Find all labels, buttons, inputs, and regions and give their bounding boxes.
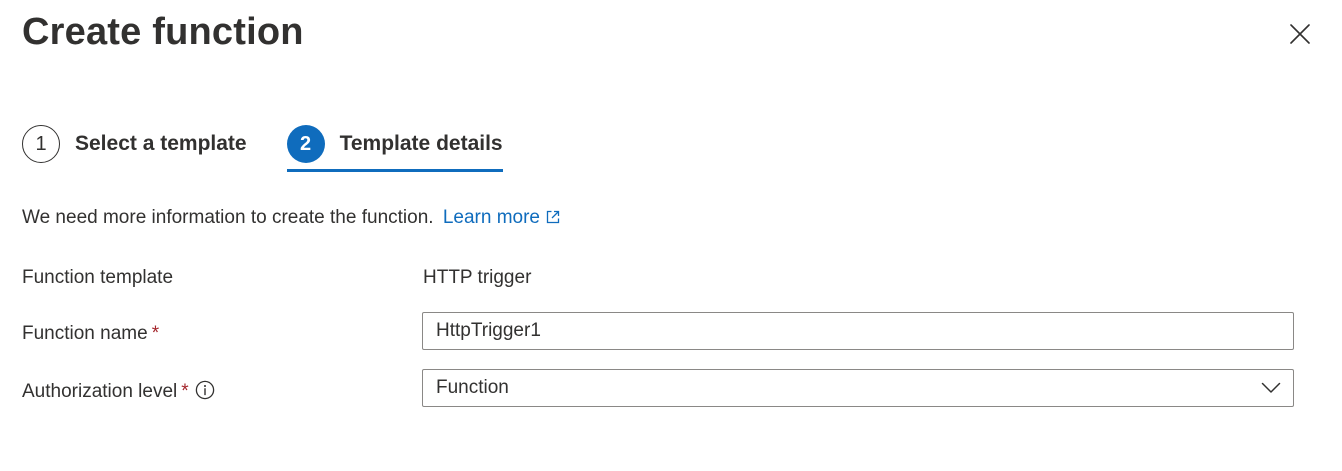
info-icon[interactable] bbox=[195, 380, 215, 400]
close-icon bbox=[1290, 24, 1310, 44]
step-label-template-details: Template details bbox=[339, 132, 503, 155]
create-function-dialog: Create function 1 Select a template 2 Te… bbox=[0, 0, 1342, 471]
step-label-select-template: Select a template bbox=[75, 132, 247, 155]
chevron-down-icon bbox=[1260, 377, 1282, 399]
learn-more-label: Learn more bbox=[442, 207, 540, 228]
step-select-template[interactable]: 1 Select a template bbox=[22, 124, 247, 164]
required-marker: * bbox=[151, 323, 160, 344]
dialog-title: Create function bbox=[22, 11, 304, 53]
authorization-level-label: Authorization level bbox=[22, 381, 178, 402]
function-name-input[interactable] bbox=[422, 312, 1294, 350]
external-link-icon bbox=[546, 210, 560, 224]
step-number-1: 1 bbox=[22, 125, 60, 163]
info-text: We need more information to create the f… bbox=[22, 207, 434, 228]
required-marker: * bbox=[181, 381, 189, 402]
function-name-label-row: Function name * bbox=[22, 321, 159, 347]
wizard-steps: 1 Select a template 2 Template details bbox=[22, 124, 503, 174]
step-number-2: 2 bbox=[286, 125, 325, 163]
function-name-label: Function name bbox=[22, 323, 148, 344]
step-template-details[interactable]: 2 Template details bbox=[286, 124, 503, 172]
authorization-level-label-row: Authorization level * bbox=[22, 379, 215, 405]
function-template-label: Function template bbox=[22, 267, 174, 288]
close-button[interactable] bbox=[1284, 18, 1316, 50]
authorization-level-dropdown[interactable]: Function bbox=[422, 369, 1294, 407]
authorization-level-value: Function bbox=[436, 377, 509, 398]
info-message: We need more information to create the f… bbox=[22, 205, 560, 231]
learn-more-link[interactable]: Learn more bbox=[443, 207, 560, 228]
function-template-value: HTTP trigger bbox=[423, 267, 532, 288]
